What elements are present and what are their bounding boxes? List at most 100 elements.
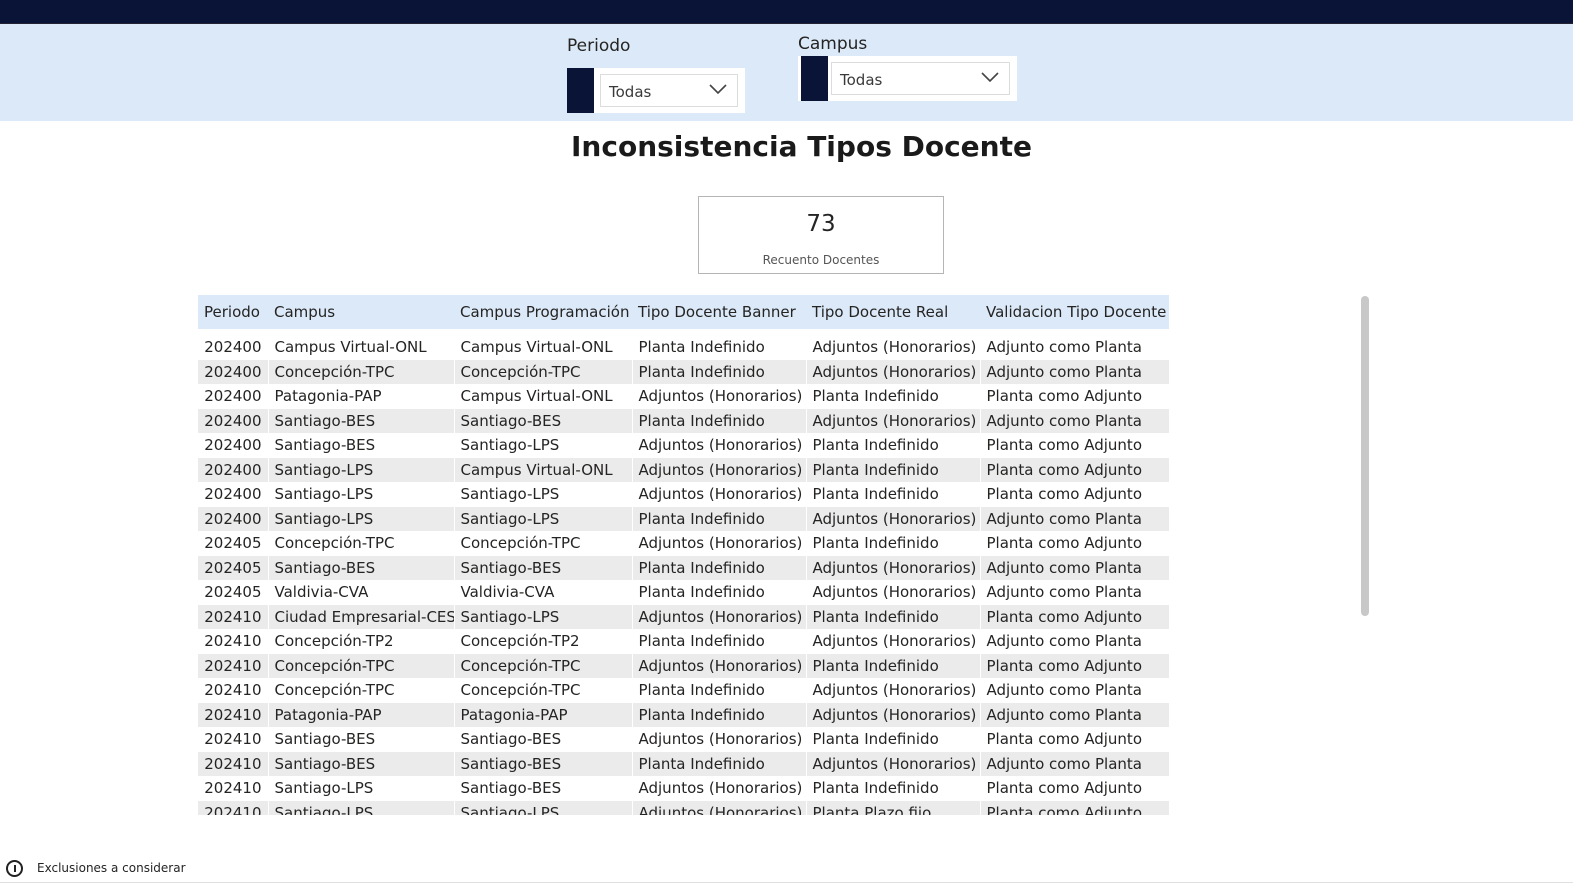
column-header[interactable]: Campus — [268, 295, 454, 329]
table-cell: Adjunto como Planta — [980, 678, 1169, 703]
table-cell: Concepción-TPC — [454, 653, 633, 678]
table-row[interactable]: 202410 Concepción-TPC Concepción-TPC Adjunt… — [198, 653, 1169, 678]
table-cell: Adjuntos (Honorarios) — [806, 678, 981, 703]
table-cell: Santiago-BES — [454, 776, 633, 801]
table-row[interactable]: 202410 Santiago-LPS Santiago-LPS Adjuntos (… — [198, 800, 1169, 815]
table-row[interactable]: 202400 Santiago-LPS Santiago-LPS Planta Ind… — [198, 506, 1169, 531]
table-cell: Campus Virtual-ONL — [454, 384, 633, 409]
table-cell: 202400 — [198, 482, 269, 507]
vertical-scrollbar[interactable] — [1361, 296, 1369, 616]
table-cell: Planta Indefinido — [806, 433, 981, 458]
table-row[interactable]: 202400 Santiago-LPS Campus Virtual-ONL Adju… — [198, 457, 1169, 482]
table-cell: 202400 — [198, 335, 269, 360]
campus-dropdown[interactable]: Todas — [831, 62, 1010, 95]
table-cell: Santiago-BES — [268, 727, 455, 752]
table-header-row: Periodo Campus Campus Programación Tipo … — [198, 295, 1169, 329]
table-cell: Adjuntos (Honorarios) — [806, 408, 981, 433]
table-cell: 202400 — [198, 433, 269, 458]
table-cell: Planta como Adjunto — [980, 727, 1169, 752]
table-row[interactable]: 202410 Concepción-TPC Concepción-TPC Planta… — [198, 678, 1169, 703]
table-cell: Santiago-LPS — [454, 433, 633, 458]
table-cell: Planta Indefinido — [806, 482, 981, 507]
table-cell: Planta Indefinido — [632, 555, 807, 580]
table-cell: Concepción-TPC — [454, 531, 633, 556]
table-row[interactable]: 202410 Concepción-TP2 Concepción-TP2 Planta… — [198, 629, 1169, 654]
table-cell: Adjuntos (Honorarios) — [806, 702, 981, 727]
table-cell: Adjunto como Planta — [980, 702, 1169, 727]
table-cell: Adjuntos (Honorarios) — [806, 555, 981, 580]
table-row[interactable]: 202400 Patagonia-PAP Campus Virtual-ONL Adj… — [198, 384, 1169, 409]
table-cell: Planta Indefinido — [632, 629, 807, 654]
table-cell: Adjunto como Planta — [980, 580, 1169, 605]
table-cell: Adjuntos (Honorarios) — [632, 457, 807, 482]
table-cell: Planta como Adjunto — [980, 776, 1169, 801]
table-cell: Santiago-BES — [268, 751, 455, 776]
table-cell: 202400 — [198, 359, 269, 384]
table-cell: 202400 — [198, 384, 269, 409]
table-row[interactable]: 202400 Santiago-BES Santiago-LPS Adjuntos (… — [198, 433, 1169, 458]
table-cell: 202410 — [198, 776, 269, 801]
table-row[interactable]: 202410 Santiago-BES Santiago-BES Planta Ind… — [198, 751, 1169, 776]
table-cell: Campus Virtual-ONL — [268, 335, 455, 360]
table-cell: Concepción-TPC — [268, 678, 455, 703]
table-cell: Santiago-LPS — [454, 604, 633, 629]
chevron-down-icon — [981, 72, 999, 83]
footer-note: Exclusiones a considerar — [6, 858, 186, 878]
table-cell: 202410 — [198, 800, 269, 815]
column-header[interactable]: Tipo Docente Banner — [632, 295, 806, 329]
table-cell: Santiago-BES — [268, 433, 455, 458]
table-cell: Planta Indefinido — [806, 604, 981, 629]
column-header[interactable]: Periodo — [198, 295, 268, 329]
table-cell: Santiago-BES — [454, 751, 633, 776]
periodo-dropdown[interactable]: Todas — [600, 74, 738, 107]
info-icon[interactable] — [6, 859, 23, 877]
table-cell: Adjuntos (Honorarios) — [632, 433, 807, 458]
table-row[interactable]: 202405 Valdivia-CVA Valdivia-CVA Planta Ind… — [198, 580, 1169, 605]
column-header[interactable]: Tipo Docente Real — [806, 295, 980, 329]
table-cell: Adjuntos (Honorarios) — [632, 727, 807, 752]
table-row[interactable]: 202410 Patagonia-PAP Patagonia-PAP Planta I… — [198, 702, 1169, 727]
bottom-divider — [0, 882, 1573, 883]
campus-accent-block — [801, 56, 828, 101]
table-cell: 202410 — [198, 702, 269, 727]
table-row[interactable]: 202400 Concepción-TPC Concepción-TPC Planta… — [198, 359, 1169, 384]
table-cell: Concepción-TPC — [268, 653, 455, 678]
table-cell: 202410 — [198, 604, 269, 629]
periodo-accent-block — [567, 68, 594, 113]
periodo-slicer-box: Todas — [567, 68, 745, 113]
table-row[interactable]: 202410 Ciudad Empresarial-CES Santiago-LPS… — [198, 604, 1169, 629]
table-row[interactable]: 202410 Santiago-BES Santiago-BES Adjuntos (… — [198, 727, 1169, 752]
campus-slicer-label: Campus — [798, 34, 868, 54]
column-header[interactable]: Validacion Tipo Docente — [980, 295, 1169, 329]
table-cell: Planta como Adjunto — [980, 531, 1169, 556]
column-header[interactable]: Campus Programación — [454, 295, 632, 329]
table-row[interactable]: 202410 Santiago-LPS Santiago-BES Adjuntos (… — [198, 776, 1169, 801]
table-cell: 202410 — [198, 678, 269, 703]
table-cell: Santiago-LPS — [268, 482, 455, 507]
table-cell: Valdivia-CVA — [454, 580, 633, 605]
table-cell: Patagonia-PAP — [454, 702, 633, 727]
table-cell: Santiago-LPS — [454, 482, 633, 507]
table-cell: Adjunto como Planta — [980, 506, 1169, 531]
table-cell: Planta como Adjunto — [980, 800, 1169, 815]
table-cell: Santiago-LPS — [454, 506, 633, 531]
table-cell: Valdivia-CVA — [268, 580, 455, 605]
table-row[interactable]: 202400 Santiago-BES Santiago-BES Planta Ind… — [198, 408, 1169, 433]
periodo-slicer-label: Periodo — [567, 36, 631, 56]
kpi-card: 73 Recuento Docentes — [698, 196, 944, 274]
table-row[interactable]: 202400 Santiago-LPS Santiago-LPS Adjuntos (… — [198, 482, 1169, 507]
table-cell: Adjunto como Planta — [980, 751, 1169, 776]
table-body: 202400 Campus Virtual-ONL Campus Virtual-O… — [198, 329, 1169, 815]
table-cell: Planta Indefinido — [806, 653, 981, 678]
table-cell: Adjuntos (Honorarios) — [632, 800, 807, 815]
table-row[interactable]: 202405 Santiago-BES Santiago-BES Planta Ind… — [198, 555, 1169, 580]
table-cell: Planta Indefinido — [806, 531, 981, 556]
table-cell: 202410 — [198, 653, 269, 678]
table-row[interactable]: 202405 Concepción-TPC Concepción-TPC Adjunt… — [198, 531, 1169, 556]
table-cell: Adjuntos (Honorarios) — [806, 629, 981, 654]
table-cell: Adjuntos (Honorarios) — [806, 580, 981, 605]
table-row[interactable]: 202400 Campus Virtual-ONL Campus Virtual-O… — [198, 335, 1169, 360]
table-cell: Concepción-TP2 — [268, 629, 455, 654]
table-cell: Adjuntos (Honorarios) — [806, 751, 981, 776]
table-cell: 202405 — [198, 555, 269, 580]
